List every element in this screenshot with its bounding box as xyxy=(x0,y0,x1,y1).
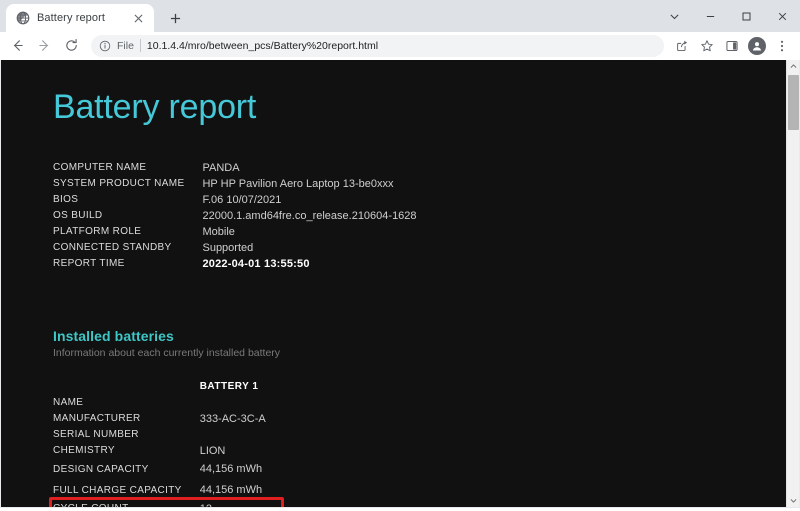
row-value xyxy=(200,427,266,443)
tab-strip: Battery report xyxy=(0,0,800,32)
profile-avatar-icon xyxy=(748,36,766,55)
row-value: LION xyxy=(199,445,226,457)
battery-details-table: BATTERY 1 NAME MANUFACTURER 333-AC-3C-A … xyxy=(53,379,266,507)
row-value: F.06 10/07/2021 xyxy=(202,194,282,206)
row-label: PLATFORM ROLE xyxy=(53,226,142,237)
bookmark-star-icon xyxy=(701,39,713,51)
row-label: NAME xyxy=(53,397,84,408)
table-row: CHEMISTRY LION xyxy=(53,443,266,459)
chevron-up-icon xyxy=(790,64,796,68)
reload-icon xyxy=(65,38,77,51)
tab-title: Battery report xyxy=(37,12,106,24)
table-row: DESIGN CAPACITY 44,156 mWh xyxy=(53,459,266,480)
table-row: BIOS F.06 10/07/2021 xyxy=(53,192,417,208)
row-value: 2022-04-01 13:55:50 xyxy=(202,258,310,270)
table-row: PLATFORM ROLE Mobile xyxy=(53,224,417,240)
row-value: HP HP Pavilion Aero Laptop 13-be0xxx xyxy=(202,178,394,190)
page-title: Battery report xyxy=(53,88,257,126)
table-row: NAME xyxy=(53,395,266,411)
row-value: 333-AC-3C-A xyxy=(199,413,266,425)
info-circle-icon xyxy=(99,40,111,51)
split-screen-icon xyxy=(726,40,738,51)
new-tab-button[interactable] xyxy=(162,5,188,31)
row-value: 44,156 mWh xyxy=(199,463,263,475)
share-icon xyxy=(677,40,687,51)
header-spacer xyxy=(53,379,200,395)
menu-button[interactable] xyxy=(770,34,794,58)
tab-battery-report[interactable]: Battery report xyxy=(6,4,154,32)
omnibox-divider xyxy=(139,39,141,52)
row-label: FULL CHARGE CAPACITY xyxy=(53,485,182,496)
table-row: FULL CHARGE CAPACITY 44,156 mWh xyxy=(53,480,266,501)
globe-icon xyxy=(16,11,30,25)
row-label: MANUFACTURER xyxy=(53,413,141,424)
row-value xyxy=(200,395,266,411)
address-bar[interactable]: File 10.1.4.4/mro/between_pcs/Battery%20… xyxy=(91,34,664,57)
forward-button[interactable] xyxy=(31,34,57,58)
chevron-down-icon xyxy=(669,13,679,19)
tab-close-icon[interactable] xyxy=(131,11,146,26)
row-label: CONNECTED STANDBY xyxy=(53,242,172,253)
table-row: COMPUTER NAME PANDA xyxy=(53,160,417,176)
browser-window: Battery report File 10.1.4.4/mro/between… xyxy=(0,0,800,511)
table-row: SERIAL NUMBER xyxy=(53,427,266,443)
table-row: MANUFACTURER 333-AC-3C-A xyxy=(53,411,266,427)
section-subtitle: Information about each currently install… xyxy=(53,347,281,359)
arrow-right-icon xyxy=(38,40,48,51)
table-row: SYSTEM PRODUCT NAME HP HP Pavilion Aero … xyxy=(53,176,417,192)
row-label: CYCLE COUNT xyxy=(53,501,200,507)
profile-button[interactable] xyxy=(745,34,769,58)
table-row: REPORT TIME 2022-04-01 13:55:50 xyxy=(53,256,417,272)
scrollbar-thumb[interactable] xyxy=(787,75,799,130)
table-row: CONNECTED STANDBY Supported xyxy=(53,240,417,256)
row-value: 44,156 mWh xyxy=(199,484,263,496)
battery-column-header: BATTERY 1 xyxy=(199,381,259,392)
battery-report-document: Battery report COMPUTER NAME PANDA SYSTE… xyxy=(1,60,786,507)
split-screen-button[interactable] xyxy=(720,34,744,58)
row-value: 22000.1.amd64fre.co_release.210604-1628 xyxy=(202,210,417,222)
row-label: SYSTEM PRODUCT NAME xyxy=(53,178,185,189)
table-row: OS BUILD 22000.1.amd64fre.co_release.210… xyxy=(53,208,417,224)
url-scheme-label: File xyxy=(117,39,134,52)
bookmark-button[interactable] xyxy=(695,34,719,58)
page-viewport: Battery report COMPUTER NAME PANDA SYSTE… xyxy=(0,60,800,508)
window-controls xyxy=(656,0,800,32)
row-value: Supported xyxy=(202,242,254,254)
scrollbar-down-button[interactable] xyxy=(787,494,800,507)
row-label: SERIAL NUMBER xyxy=(53,429,139,440)
window-expand-button[interactable] xyxy=(656,0,692,32)
table-header-row: BATTERY 1 xyxy=(53,379,266,395)
reload-button[interactable] xyxy=(58,34,84,58)
scrollbar-track[interactable] xyxy=(787,73,800,494)
plus-icon xyxy=(170,13,180,23)
window-maximize-button[interactable] xyxy=(728,0,764,32)
maximize-icon xyxy=(742,12,750,20)
row-label: OS BUILD xyxy=(53,210,103,221)
scrollbar-up-button[interactable] xyxy=(787,60,800,73)
row-label: COMPUTER NAME xyxy=(53,162,147,173)
row-label: DESIGN CAPACITY xyxy=(53,464,149,475)
system-info-table: COMPUTER NAME PANDA SYSTEM PRODUCT NAME … xyxy=(53,160,417,272)
url-text: 10.1.4.4/mro/between_pcs/Battery%20repor… xyxy=(146,39,379,52)
chevron-down-icon xyxy=(790,499,796,503)
window-close-button[interactable] xyxy=(764,0,800,32)
row-value: PANDA xyxy=(202,162,240,174)
row-value: Mobile xyxy=(202,226,235,238)
browser-toolbar: File 10.1.4.4/mro/between_pcs/Battery%20… xyxy=(0,32,800,60)
close-icon xyxy=(778,12,786,20)
table-row: CYCLE COUNT 12 xyxy=(53,501,266,507)
arrow-left-icon xyxy=(13,40,23,51)
share-button[interactable] xyxy=(670,34,694,58)
section-title: Installed batteries xyxy=(53,328,174,344)
row-label: REPORT TIME xyxy=(53,258,125,269)
row-label: BIOS xyxy=(53,194,79,205)
installed-batteries-section: Installed batteries Information about ea… xyxy=(53,328,786,507)
row-value: 12 xyxy=(200,501,266,507)
minimize-icon xyxy=(706,15,714,17)
page-scrollbar[interactable] xyxy=(786,60,799,507)
three-dot-menu-icon xyxy=(780,40,784,51)
back-button[interactable] xyxy=(4,34,30,58)
window-minimize-button[interactable] xyxy=(692,0,728,32)
row-label: CHEMISTRY xyxy=(53,445,115,456)
